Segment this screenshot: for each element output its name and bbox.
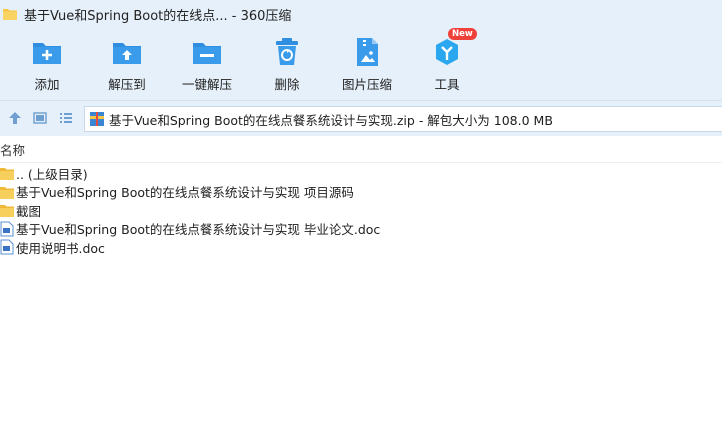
list-item-source-folder[interactable]: 基于Vue和Spring Boot的在线点餐系统设计与实现 项目源码 xyxy=(0,183,722,202)
doc-file-icon xyxy=(0,221,14,237)
address-bar: 基于Vue和Spring Boot的在线点餐系统设计与实现.zip - 解包大小… xyxy=(0,100,722,136)
one-click-extract-icon xyxy=(191,36,223,68)
new-badge: New xyxy=(448,28,477,40)
folder-icon xyxy=(0,202,14,218)
file-name: 基于Vue和Spring Boot的在线点餐系统设计与实现 项目源码 xyxy=(16,185,354,201)
file-list: .. (上级目录) 基于Vue和Spring Boot的在线点餐系统设计与实现 … xyxy=(0,164,722,257)
tools-icon: New xyxy=(431,28,477,68)
one-click-extract-label: 一键解压 xyxy=(181,77,232,92)
folder-icon xyxy=(0,184,14,200)
delete-icon xyxy=(271,36,303,68)
title-bar: 基于Vue和Spring Boot的在线点... - 360压缩 xyxy=(0,0,722,28)
delete-button[interactable]: 删除 xyxy=(247,36,327,93)
add-label: 添加 xyxy=(34,77,60,92)
up-arrow-icon[interactable] xyxy=(8,111,22,125)
zip-archive-icon xyxy=(89,111,105,127)
folder-icon xyxy=(0,165,14,181)
delete-label: 删除 xyxy=(274,77,300,92)
list-item-screenshots-folder[interactable]: 截图 xyxy=(0,201,722,220)
column-header: 名称 xyxy=(0,137,722,163)
extract-to-button[interactable]: 解压到 xyxy=(87,36,167,93)
add-button[interactable]: 添加 xyxy=(7,36,87,93)
list-item-parent-dir[interactable]: .. (上级目录) xyxy=(0,164,722,183)
column-name-header[interactable]: 名称 xyxy=(0,140,25,159)
list-view-icon[interactable] xyxy=(59,111,73,125)
file-name: 基于Vue和Spring Boot的在线点餐系统设计与实现 毕业论文.doc xyxy=(16,222,381,238)
app-folder-icon xyxy=(2,6,18,22)
image-compress-button[interactable]: 图片压缩 xyxy=(327,36,407,93)
add-icon xyxy=(31,36,63,68)
file-name: 截图 xyxy=(16,203,42,219)
archive-path: 基于Vue和Spring Boot的在线点餐系统设计与实现.zip - 解包大小… xyxy=(109,112,553,128)
extract-to-label: 解压到 xyxy=(108,77,146,92)
window-title: 基于Vue和Spring Boot的在线点... - 360压缩 xyxy=(24,8,292,24)
list-item-manual-doc[interactable]: 使用说明书.doc xyxy=(0,238,722,257)
image-compress-label: 图片压缩 xyxy=(341,77,392,92)
tools-button[interactable]: New 工具 xyxy=(407,28,487,93)
doc-file-icon xyxy=(0,239,14,255)
main-toolbar: 添加 解压到 一键解压 删除 图片压缩 New 工具 xyxy=(0,28,722,100)
one-click-extract-button[interactable]: 一键解压 xyxy=(167,36,247,93)
file-name: 使用说明书.doc xyxy=(16,240,105,256)
thumbnail-view-icon[interactable] xyxy=(33,111,47,125)
image-compress-icon xyxy=(351,36,383,68)
tools-label: 工具 xyxy=(434,77,460,92)
path-field[interactable]: 基于Vue和Spring Boot的在线点餐系统设计与实现.zip - 解包大小… xyxy=(84,106,722,132)
list-item-thesis-doc[interactable]: 基于Vue和Spring Boot的在线点餐系统设计与实现 毕业论文.doc xyxy=(0,220,722,239)
extract-to-icon xyxy=(111,36,143,68)
file-name: .. (上级目录) xyxy=(16,166,88,182)
